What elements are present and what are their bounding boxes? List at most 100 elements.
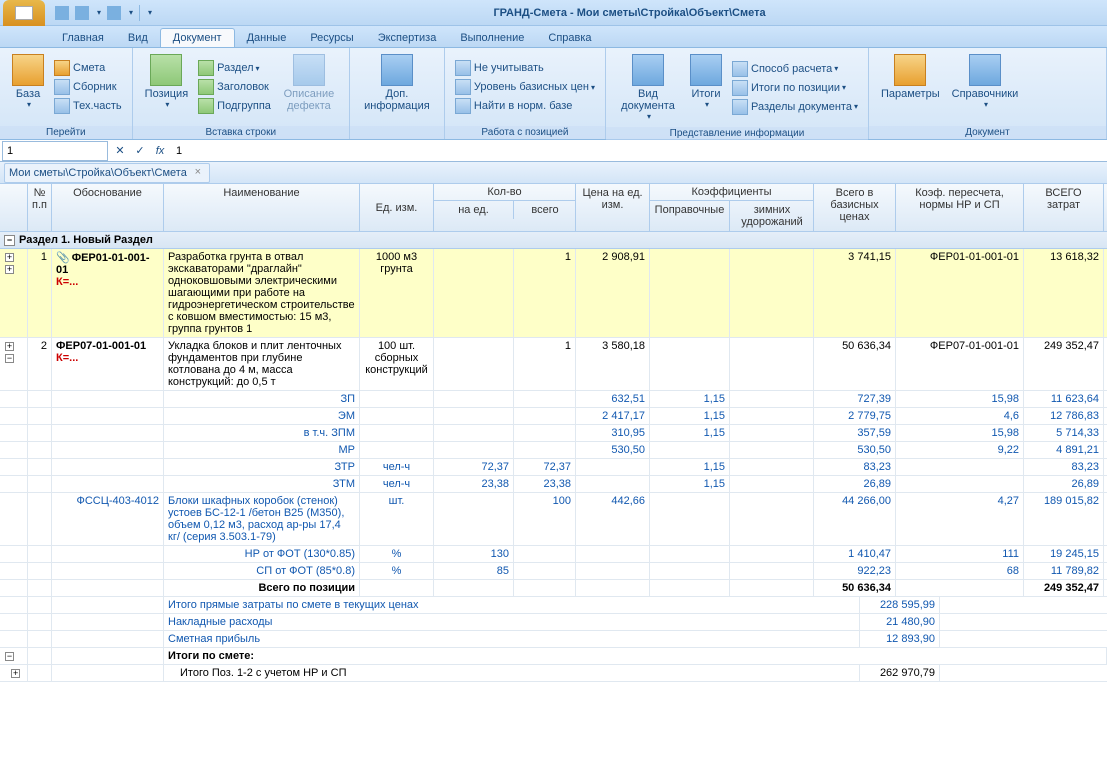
- table-row[interactable]: ЭМ 2 417,17 1,15 2 779,75 4,6 12 786,83: [0, 408, 1107, 425]
- col-name[interactable]: Наименование: [164, 184, 360, 231]
- undo-icon[interactable]: [75, 6, 89, 20]
- table-row[interactable]: Накладные расходы 21 480,90: [0, 614, 1107, 631]
- col-osn[interactable]: Обоснование: [52, 184, 164, 231]
- chevron-down-icon[interactable]: ▾: [97, 8, 101, 17]
- header-button[interactable]: Заголовок: [194, 78, 275, 96]
- method-icon: [732, 61, 748, 77]
- table-row[interactable]: МР 530,50 530,50 9,22 4 891,21: [0, 442, 1107, 459]
- table-row[interactable]: ЗП 632,51 1,15 727,39 15,98 11 623,64: [0, 391, 1107, 408]
- fx-icon[interactable]: fx: [150, 141, 170, 161]
- col-qall[interactable]: всего: [514, 201, 576, 219]
- smeta-button[interactable]: Смета: [50, 59, 126, 77]
- ribbon-group-position: Не учитывать Уровень базисных цен▾ Найти…: [445, 48, 606, 139]
- redo-icon[interactable]: [107, 6, 121, 20]
- col-base[interactable]: Всего в базисных ценах: [814, 184, 896, 231]
- postotals-button[interactable]: Итоги по позиции▾: [728, 79, 862, 97]
- base-button[interactable]: База▾: [6, 50, 50, 124]
- totals-icon: [690, 54, 722, 86]
- tab-document[interactable]: Документ: [160, 28, 235, 47]
- subgroup-icon: [198, 98, 214, 114]
- header-icon: [198, 79, 214, 95]
- table-row[interactable]: + Итого Поз. 1-2 с учетом НР и СП 262 97…: [0, 665, 1107, 682]
- expand-icon[interactable]: +: [5, 342, 14, 351]
- tab-execution[interactable]: Выполнение: [448, 29, 536, 47]
- position-button[interactable]: Позиция▾: [139, 50, 195, 124]
- expand-icon[interactable]: +: [11, 669, 20, 678]
- tab-expertise[interactable]: Экспертиза: [366, 29, 449, 47]
- table-row[interactable]: НР от ФОТ (130*0.85) % 130 1 410,47 111 …: [0, 546, 1107, 563]
- chevron-down-icon[interactable]: ▾: [129, 8, 133, 17]
- grid-header: № п.п Обоснование Наименование Ед. изм. …: [0, 184, 1107, 232]
- table-row[interactable]: ++ 1 📎ФЕР01-01-001-01К=... Разработка гр…: [0, 249, 1107, 338]
- tab-main[interactable]: Главная: [50, 29, 116, 47]
- table-row[interactable]: ЗТР чел-ч 72,37 72,37 1,15 83,23 83,23: [0, 459, 1107, 476]
- confirm-icon[interactable]: ✓: [130, 141, 150, 161]
- collapse-icon[interactable]: −: [5, 354, 14, 363]
- window-title: ГРАНД-Смета - Мои сметы\Стройка\Объект\С…: [152, 7, 1107, 19]
- docview-button[interactable]: Вид документа▾: [612, 50, 684, 125]
- col-num[interactable]: № п.п: [28, 184, 52, 231]
- tab-view[interactable]: Вид: [116, 29, 160, 47]
- col-kpop[interactable]: Поправочные: [650, 201, 730, 231]
- ignore-button[interactable]: Не учитывать: [451, 59, 599, 77]
- save-icon[interactable]: [55, 6, 69, 20]
- ribbon-group-presentation: Вид документа▾ Итоги▾ Способ расчета▾ Ит…: [606, 48, 869, 139]
- col-kper[interactable]: Коэф. пересчета, нормы НР и СП: [896, 184, 1024, 231]
- docsections-button[interactable]: Разделы документа▾: [728, 98, 862, 116]
- section-header[interactable]: − Раздел 1. Новый Раздел: [0, 232, 1107, 249]
- ribbon: База▾ Смета Сборник Тех.часть Перейти По…: [0, 48, 1107, 140]
- table-row[interactable]: СП от ФОТ (85*0.8) % 85 922,23 68 11 789…: [0, 563, 1107, 580]
- findnorm-button[interactable]: Найти в норм. базе: [451, 97, 599, 115]
- base-icon: [12, 54, 44, 86]
- collapse-icon[interactable]: −: [4, 235, 15, 246]
- docsec-icon: [732, 99, 748, 115]
- expand-icon[interactable]: +: [5, 265, 14, 274]
- breadcrumb-tab[interactable]: Мои сметы\Стройка\Объект\Смета ×: [4, 163, 210, 183]
- calcmethod-button[interactable]: Способ расчета▾: [728, 60, 862, 78]
- table-row[interactable]: Итого прямые затраты по смете в текущих …: [0, 597, 1107, 614]
- search-icon: [455, 98, 471, 114]
- section-icon: [198, 60, 214, 76]
- cell-reference-input[interactable]: [2, 141, 108, 161]
- defect-button[interactable]: Описание дефекта: [275, 50, 343, 124]
- baselevel-button[interactable]: Уровень базисных цен▾: [451, 78, 599, 96]
- reference-button[interactable]: Справочники▾: [946, 50, 1025, 124]
- table-row-total[interactable]: Всего по позиции 50 636,34 249 352,47: [0, 580, 1107, 597]
- table-row[interactable]: в т.ч. ЗПМ 310,95 1,15 357,59 15,98 5 71…: [0, 425, 1107, 442]
- tab-data[interactable]: Данные: [235, 29, 299, 47]
- separator: [139, 5, 140, 21]
- formula-value[interactable]: 1: [170, 143, 1107, 159]
- dopinfo-button[interactable]: Доп. информация: [356, 50, 438, 124]
- table-row[interactable]: Сметная прибыль 12 893,90: [0, 631, 1107, 648]
- params-button[interactable]: Параметры: [875, 50, 946, 124]
- table-row[interactable]: ФССЦ-403-4012 Блоки шкафных коробок (сте…: [0, 493, 1107, 546]
- techpart-button[interactable]: Тех.часть: [50, 97, 126, 115]
- col-unit[interactable]: Ед. изм.: [360, 184, 434, 231]
- collapse-icon[interactable]: −: [5, 652, 14, 661]
- totals-button[interactable]: Итоги▾: [684, 50, 728, 125]
- subgroup-button[interactable]: Подгруппа: [194, 97, 275, 115]
- col-kzim[interactable]: зимних удорожаний: [730, 201, 814, 231]
- cancel-icon[interactable]: ✕: [110, 141, 130, 161]
- postotal-icon: [732, 80, 748, 96]
- quick-access-toolbar: ▾ ▾ ▾: [55, 5, 152, 21]
- ribbon-group-document: Параметры Справочники▾ Документ: [869, 48, 1107, 139]
- table-row[interactable]: ЗТМ чел-ч 23,38 23,38 1,15 26,89 26,89: [0, 476, 1107, 493]
- close-icon[interactable]: ×: [191, 166, 205, 180]
- table-row[interactable]: +− 2 ФЕР07-01-001-01К=... Укладка блоков…: [0, 338, 1107, 391]
- tab-resources[interactable]: Ресурсы: [298, 29, 365, 47]
- expand-icon[interactable]: +: [5, 253, 14, 262]
- col-qed[interactable]: на ед.: [434, 201, 514, 219]
- col-price[interactable]: Цена на ед. изм.: [576, 184, 650, 231]
- doc-icon: [54, 60, 70, 76]
- section-button[interactable]: Раздел▾: [194, 59, 275, 77]
- col-koef[interactable]: Коэффициенты: [650, 184, 813, 201]
- col-total[interactable]: ВСЕГО затрат: [1024, 184, 1104, 231]
- table-row-itogi-header[interactable]: − Итоги по смете:: [0, 648, 1107, 665]
- tab-help[interactable]: Справка: [536, 29, 603, 47]
- app-menu-button[interactable]: [3, 0, 45, 26]
- sbornik-button[interactable]: Сборник: [50, 78, 126, 96]
- app-icon: [15, 6, 33, 20]
- attachment-icon: 📎: [56, 252, 70, 264]
- col-qty[interactable]: Кол-во: [434, 184, 575, 201]
